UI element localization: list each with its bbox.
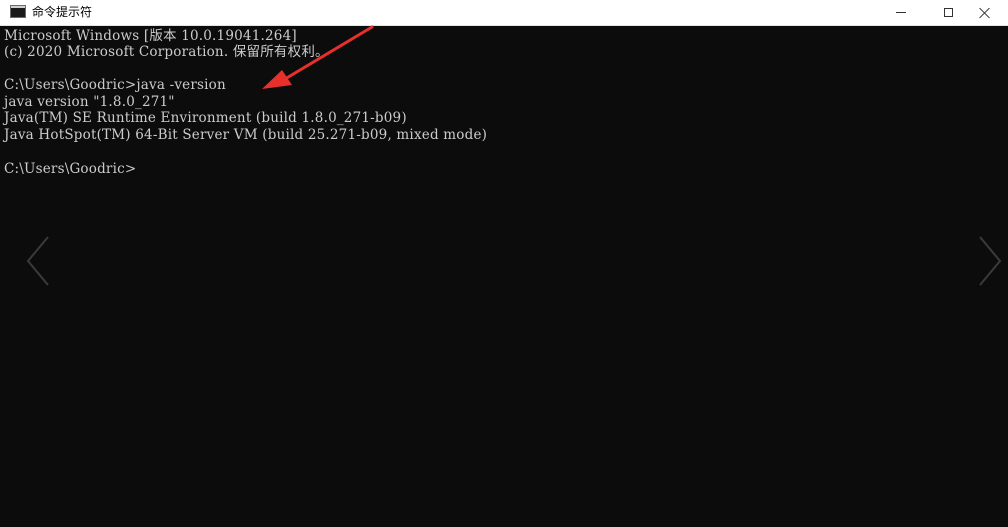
- console-line: (c) 2020 Microsoft Corporation. 保留所有权利。: [4, 44, 329, 60]
- minimize-button[interactable]: [878, 0, 924, 25]
- minimize-icon: [896, 12, 906, 13]
- console-line: Microsoft Windows [版本 10.0.19041.264]: [4, 28, 297, 44]
- title-bar[interactable]: 命令提示符: [0, 0, 1008, 26]
- console-line: C:\Users\Goodric>java -version: [4, 77, 226, 93]
- chevron-left-icon[interactable]: [24, 231, 54, 291]
- console-line: Java(TM) SE Runtime Environment (build 1…: [4, 110, 407, 126]
- window-title: 命令提示符: [32, 5, 93, 19]
- console-prompt: C:\Users\Goodric>: [4, 161, 137, 177]
- cmd-window: 命令提示符 Microsoft Windows [版本 10.0.19041.2…: [0, 0, 1008, 527]
- console-output[interactable]: Microsoft Windows [版本 10.0.19041.264] (c…: [0, 26, 1008, 527]
- console-prompt-line: C:\Users\Goodric>: [4, 161, 136, 177]
- console-line: Java HotSpot(TM) 64-Bit Server VM (build…: [4, 127, 488, 143]
- close-icon: [979, 7, 991, 19]
- console-line: java version "1.8.0_271": [4, 94, 175, 110]
- close-button[interactable]: [962, 0, 1008, 25]
- chevron-right-icon[interactable]: [974, 231, 1004, 291]
- maximize-icon: [943, 8, 953, 17]
- cmd-icon[interactable]: [10, 5, 26, 18]
